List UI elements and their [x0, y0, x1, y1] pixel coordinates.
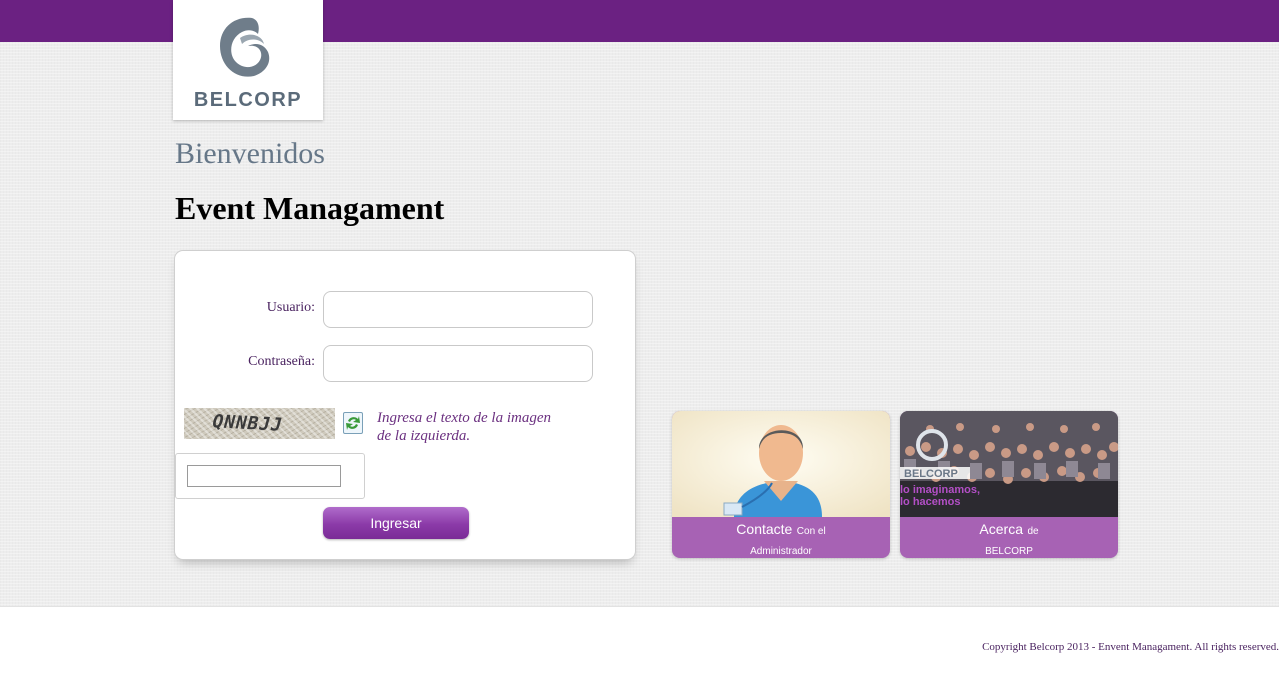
captcha-input[interactable] [187, 465, 341, 487]
app-title: Event Managament [175, 190, 445, 226]
about-title-small: de [1027, 526, 1039, 537]
contact-admin-tile[interactable]: Contacte Con el Administrador [672, 411, 890, 558]
photo-slogan-line1: lo imaginamos, [900, 484, 980, 496]
user-label: Usuario: [266, 300, 315, 315]
password-label: Contraseña: [248, 354, 315, 369]
user-input[interactable] [323, 291, 593, 328]
belcorp-logo[interactable]: BELCORP [173, 0, 323, 120]
captcha-hint-line2: de la izquierda. [377, 428, 471, 444]
about-subtitle: BELCORP [985, 546, 1033, 557]
contact-admin-caption: Contacte Con el Administrador [672, 517, 890, 558]
footer: Copyright Belcorp 2013 - Envent Managame… [0, 606, 1279, 680]
about-belcorp-tile[interactable]: BELCORP lo imaginamos, lo hacemos Acerca… [900, 411, 1118, 558]
about-title: Acerca [979, 521, 1023, 537]
captcha-hint-line1: Ingresa el texto de la imagen [377, 410, 551, 426]
login-button[interactable]: Ingresar [323, 507, 469, 539]
logo-text: BELCORP [193, 89, 303, 111]
contact-subtitle: Administrador [750, 546, 812, 557]
contact-title: Contacte [736, 521, 793, 537]
about-belcorp-caption: Acerca de BELCORP [900, 517, 1118, 558]
password-input[interactable] [323, 345, 593, 382]
refresh-icon[interactable] [343, 412, 363, 434]
login-panel: Usuario: Contraseña: QNNBJJ Ingresa el t… [174, 250, 636, 560]
photo-slogan-line2: lo hacemos [900, 496, 961, 508]
captcha-box [175, 453, 365, 499]
contact-title-small: Con el [796, 526, 826, 537]
belcorp-photo-logo-text: BELCORP [904, 468, 958, 480]
refresh-arrows-icon [346, 416, 360, 430]
captcha-text: QNNBJJ [209, 411, 286, 436]
welcome-heading: Bienvenidos [175, 137, 325, 170]
captcha-image: QNNBJJ [184, 408, 335, 439]
captcha-hint: Ingresa el texto de la imagen de la izqu… [377, 409, 577, 445]
belcorp-logo-icon [220, 17, 270, 77]
group-photo-image: BELCORP lo imaginamos, lo hacemos [900, 411, 1118, 517]
copyright-text: Copyright Belcorp 2013 - Envent Managame… [982, 641, 1279, 653]
administrator-person-icon [672, 411, 890, 517]
